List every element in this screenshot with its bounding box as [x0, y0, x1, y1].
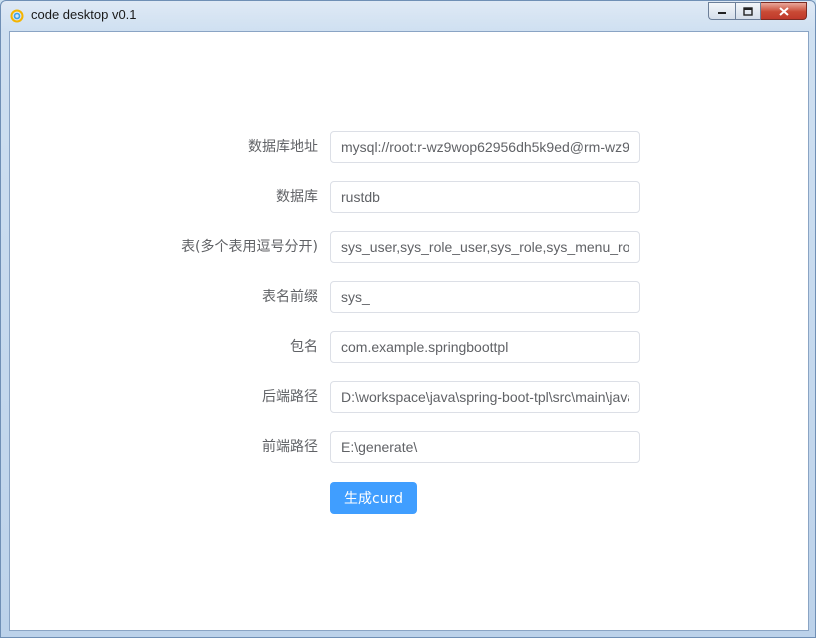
close-icon: [778, 6, 789, 16]
package-label: 包名: [290, 339, 318, 355]
table-prefix-label: 表名前缀: [262, 289, 318, 305]
form-row-frontend-path: 前端路径: [10, 431, 810, 463]
tables-input[interactable]: [330, 231, 640, 263]
form-row-package: 包名: [10, 331, 810, 363]
frontend-path-label: 前端路径: [262, 439, 318, 455]
title-bar[interactable]: code desktop v0.1: [1, 1, 815, 31]
backend-path-input[interactable]: [330, 381, 640, 413]
close-button[interactable]: [761, 2, 807, 20]
form-row-db-name: 数据库: [10, 181, 810, 213]
window-controls: [708, 2, 807, 20]
generate-curd-button[interactable]: 生成curd: [330, 482, 417, 514]
db-name-label: 数据库: [276, 189, 318, 205]
form-row-backend-path: 后端路径: [10, 381, 810, 413]
package-input[interactable]: [330, 331, 640, 363]
window-title: code desktop v0.1: [31, 7, 137, 22]
app-logo-icon: [10, 9, 24, 23]
db-url-label: 数据库地址: [248, 139, 318, 155]
tables-label: 表(多个表用逗号分开): [181, 239, 318, 255]
minimize-button[interactable]: [708, 2, 735, 20]
form-row-db-url: 数据库地址: [10, 131, 810, 163]
maximize-button[interactable]: [735, 2, 761, 20]
frontend-path-input[interactable]: [330, 431, 640, 463]
minimize-icon: [718, 12, 726, 14]
form-row-tables: 表(多个表用逗号分开): [10, 231, 810, 263]
table-prefix-input[interactable]: [330, 281, 640, 313]
maximize-icon: [743, 6, 753, 16]
db-url-input[interactable]: [330, 131, 640, 163]
db-name-input[interactable]: [330, 181, 640, 213]
app-window: code desktop v0.1 数据库地址 数据库 表(多个表用逗号分开): [0, 0, 816, 638]
backend-path-label: 后端路径: [262, 389, 318, 405]
form-panel: 数据库地址 数据库 表(多个表用逗号分开) 表名前缀 包名 后端路径 前端路径 …: [9, 31, 809, 631]
form-row-table-prefix: 表名前缀: [10, 281, 810, 313]
